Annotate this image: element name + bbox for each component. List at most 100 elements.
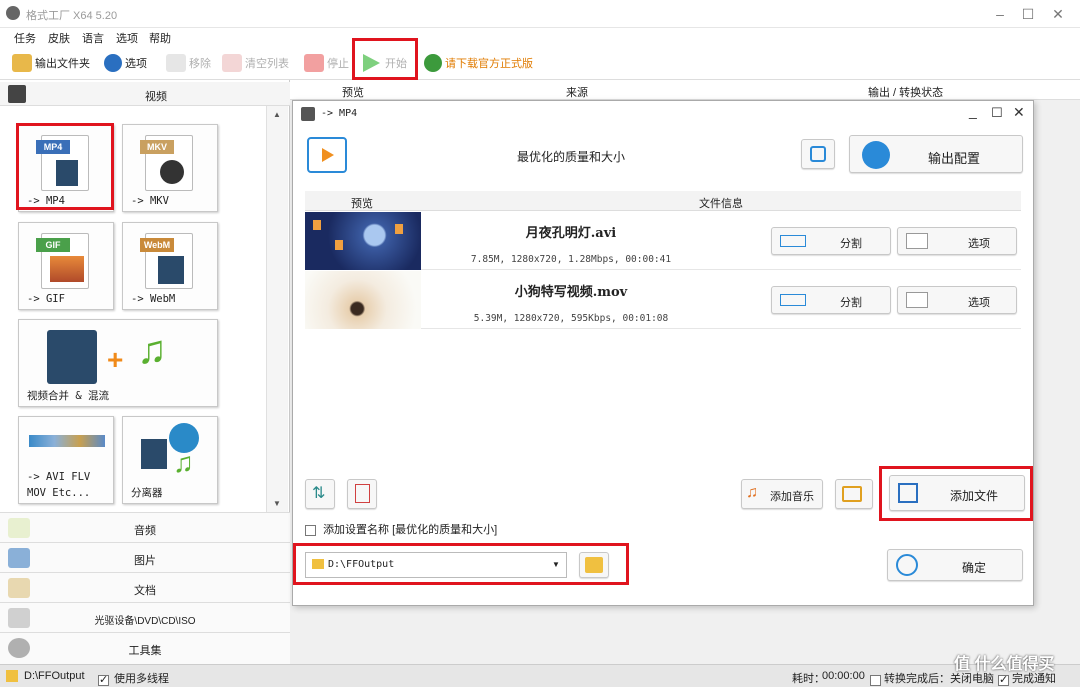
file-thumbnail xyxy=(305,271,421,329)
file-thumbnail xyxy=(305,212,421,270)
highlight-output-path xyxy=(293,543,629,585)
plus-icon: + xyxy=(107,344,124,375)
status-path[interactable]: D:\FFOutput xyxy=(24,670,85,682)
split-button[interactable]: 分割 xyxy=(771,227,891,255)
splitter-film-icon xyxy=(141,439,167,469)
menu-options[interactable]: 选项 xyxy=(116,30,138,46)
edit-icon xyxy=(906,292,928,308)
file-info: 5.39M, 1280x720, 595Kbps, 00:01:08 xyxy=(473,313,669,324)
tile-splitter[interactable]: ♫ 分离器 xyxy=(122,416,218,504)
file-col-info: 文件信息 xyxy=(699,198,743,210)
window-title: 格式工厂 X64 5.20 xyxy=(26,10,118,22)
dialog-maximize-icon[interactable]: ☐ xyxy=(991,105,1003,121)
dialog-film-icon xyxy=(301,107,315,121)
category-tools[interactable]: 工具集 xyxy=(0,632,290,664)
output-folder-button[interactable]: 输出文件夹 xyxy=(12,52,90,74)
tile-webm[interactable]: WebM -> WebM xyxy=(122,222,218,310)
menu-language[interactable]: 语言 xyxy=(82,30,104,46)
split-icon xyxy=(780,235,806,247)
file-col-preview: 预览 xyxy=(351,198,373,210)
highlight-start xyxy=(352,38,418,80)
dialog-title: -> MP4 xyxy=(321,108,358,119)
after-convert-label: 转换完成后： xyxy=(884,673,950,685)
file-list-header: 预览 文件信息 xyxy=(305,191,1021,211)
col-output-status: 输出 / 转换状态 xyxy=(868,87,944,99)
dialog-close-icon[interactable]: ✕ xyxy=(1013,104,1025,121)
toolbar: 输出文件夹 选项 移除 清空列表 停止 开始 请下载官方正式版 xyxy=(0,38,1080,80)
menu-skin[interactable]: 皮肤 xyxy=(48,30,70,46)
options-file-button[interactable]: 选项 xyxy=(897,227,1017,255)
add-setting-name-checkbox[interactable]: 添加设置名称 [最优化的质量和大小] xyxy=(305,521,497,537)
task-list-header: 预览 来源 输出 / 转换状态 xyxy=(290,80,1080,100)
folder-icon xyxy=(12,54,32,72)
video-format-icon xyxy=(307,137,347,173)
watermark: 值 什么值得买 xyxy=(954,656,1055,673)
layers-button[interactable] xyxy=(801,139,835,169)
clear-icon xyxy=(222,54,242,72)
category-image[interactable]: 图片 xyxy=(0,542,290,572)
gif-file-icon: GIF xyxy=(36,233,89,289)
split-button[interactable]: 分割 xyxy=(771,286,891,314)
download-link[interactable]: 请下载官方正式版 xyxy=(424,52,533,74)
mkv-file-icon: MKV xyxy=(140,135,193,191)
menu-task[interactable]: 任务 xyxy=(14,30,36,46)
file-row[interactable]: 月夜孔明灯.avi 7.85M, 1280x720, 1.28Mbps, 00:… xyxy=(305,212,1021,270)
ok-button[interactable]: 确定 xyxy=(887,549,1023,581)
file-name: 小狗特写视频.mov xyxy=(514,285,628,300)
category-document[interactable]: 文档 xyxy=(0,572,290,602)
dialog-minimize-icon[interactable]: _ xyxy=(969,103,977,119)
remove-button[interactable]: 移除 xyxy=(166,52,211,74)
layers-icon xyxy=(810,146,826,162)
maximize-icon[interactable]: ☐ xyxy=(1014,4,1042,24)
music-icon: ♫ xyxy=(137,328,167,372)
col-source: 来源 xyxy=(566,87,588,99)
scroll-down-icon[interactable]: ▼ xyxy=(273,499,281,508)
category-video-header[interactable]: 视频 xyxy=(0,82,290,106)
options-button[interactable]: 选项 xyxy=(104,52,147,74)
elapsed-time: 00:00:00 xyxy=(822,670,865,682)
webm-file-icon: WebM xyxy=(140,233,193,289)
menu-help[interactable]: 帮助 xyxy=(149,30,171,46)
tile-merge[interactable]: + ♫ 视频合并 & 混流 xyxy=(18,319,218,407)
options-icon xyxy=(104,54,122,72)
stop-button[interactable]: 停止 xyxy=(304,52,349,74)
highlight-mp4 xyxy=(16,123,114,210)
remove-icon xyxy=(166,54,186,72)
check-icon xyxy=(896,554,918,576)
tile-mkv[interactable]: MKV -> MKV xyxy=(122,124,218,212)
elapsed-label: 耗时： xyxy=(792,673,825,685)
status-folder-icon xyxy=(6,670,18,682)
app-icon xyxy=(6,6,20,20)
gear-icon xyxy=(862,141,890,169)
clear-list-button[interactable]: 清空列表 xyxy=(222,52,289,74)
add-folder-button[interactable] xyxy=(835,479,873,509)
sidebar-scrollbar[interactable]: ▲ ▼ xyxy=(266,106,288,512)
film-icon xyxy=(8,85,26,103)
file-info: 7.85M, 1280x720, 1.28Mbps, 00:00:41 xyxy=(470,254,672,265)
tile-gif[interactable]: GIF -> GIF xyxy=(18,222,114,310)
note-icon: ♫ xyxy=(173,447,194,478)
music-note-icon: ♫ xyxy=(746,484,758,501)
file-row[interactable]: 小狗特写视频.mov 5.39M, 1280x720, 595Kbps, 00:… xyxy=(305,271,1021,329)
add-music-button[interactable]: ♫ 添加音乐 xyxy=(741,479,823,509)
options-file-button[interactable]: 选项 xyxy=(897,286,1017,314)
close-icon[interactable]: ✕ xyxy=(1044,4,1072,24)
minimize-icon[interactable]: – xyxy=(986,4,1014,24)
dialog-titlebar: -> MP4 _ ☐ ✕ xyxy=(293,101,1033,127)
checkbox[interactable] xyxy=(305,524,316,536)
category-disc[interactable]: 光驱设备\DVD\CD\ISO xyxy=(0,602,290,632)
delete-button[interactable] xyxy=(347,479,377,509)
split-icon xyxy=(780,294,806,306)
sort-icon: ⇅ xyxy=(312,485,326,502)
col-preview: 预览 xyxy=(342,87,364,99)
delete-icon xyxy=(355,484,370,503)
menu-bar: 任务 皮肤 语言 选项 帮助 xyxy=(0,28,1080,46)
scroll-up-icon[interactable]: ▲ xyxy=(273,110,281,119)
tile-avi[interactable]: -> AVI FLV MOV Etc... xyxy=(18,416,114,504)
file-name: 月夜孔明灯.avi xyxy=(525,226,617,241)
globe-icon xyxy=(424,54,442,72)
output-config-button[interactable]: 输出配置 xyxy=(849,135,1023,173)
category-audio[interactable]: 音频 xyxy=(0,512,290,542)
sort-button[interactable]: ⇅ xyxy=(305,479,335,509)
edit-icon xyxy=(906,233,928,249)
